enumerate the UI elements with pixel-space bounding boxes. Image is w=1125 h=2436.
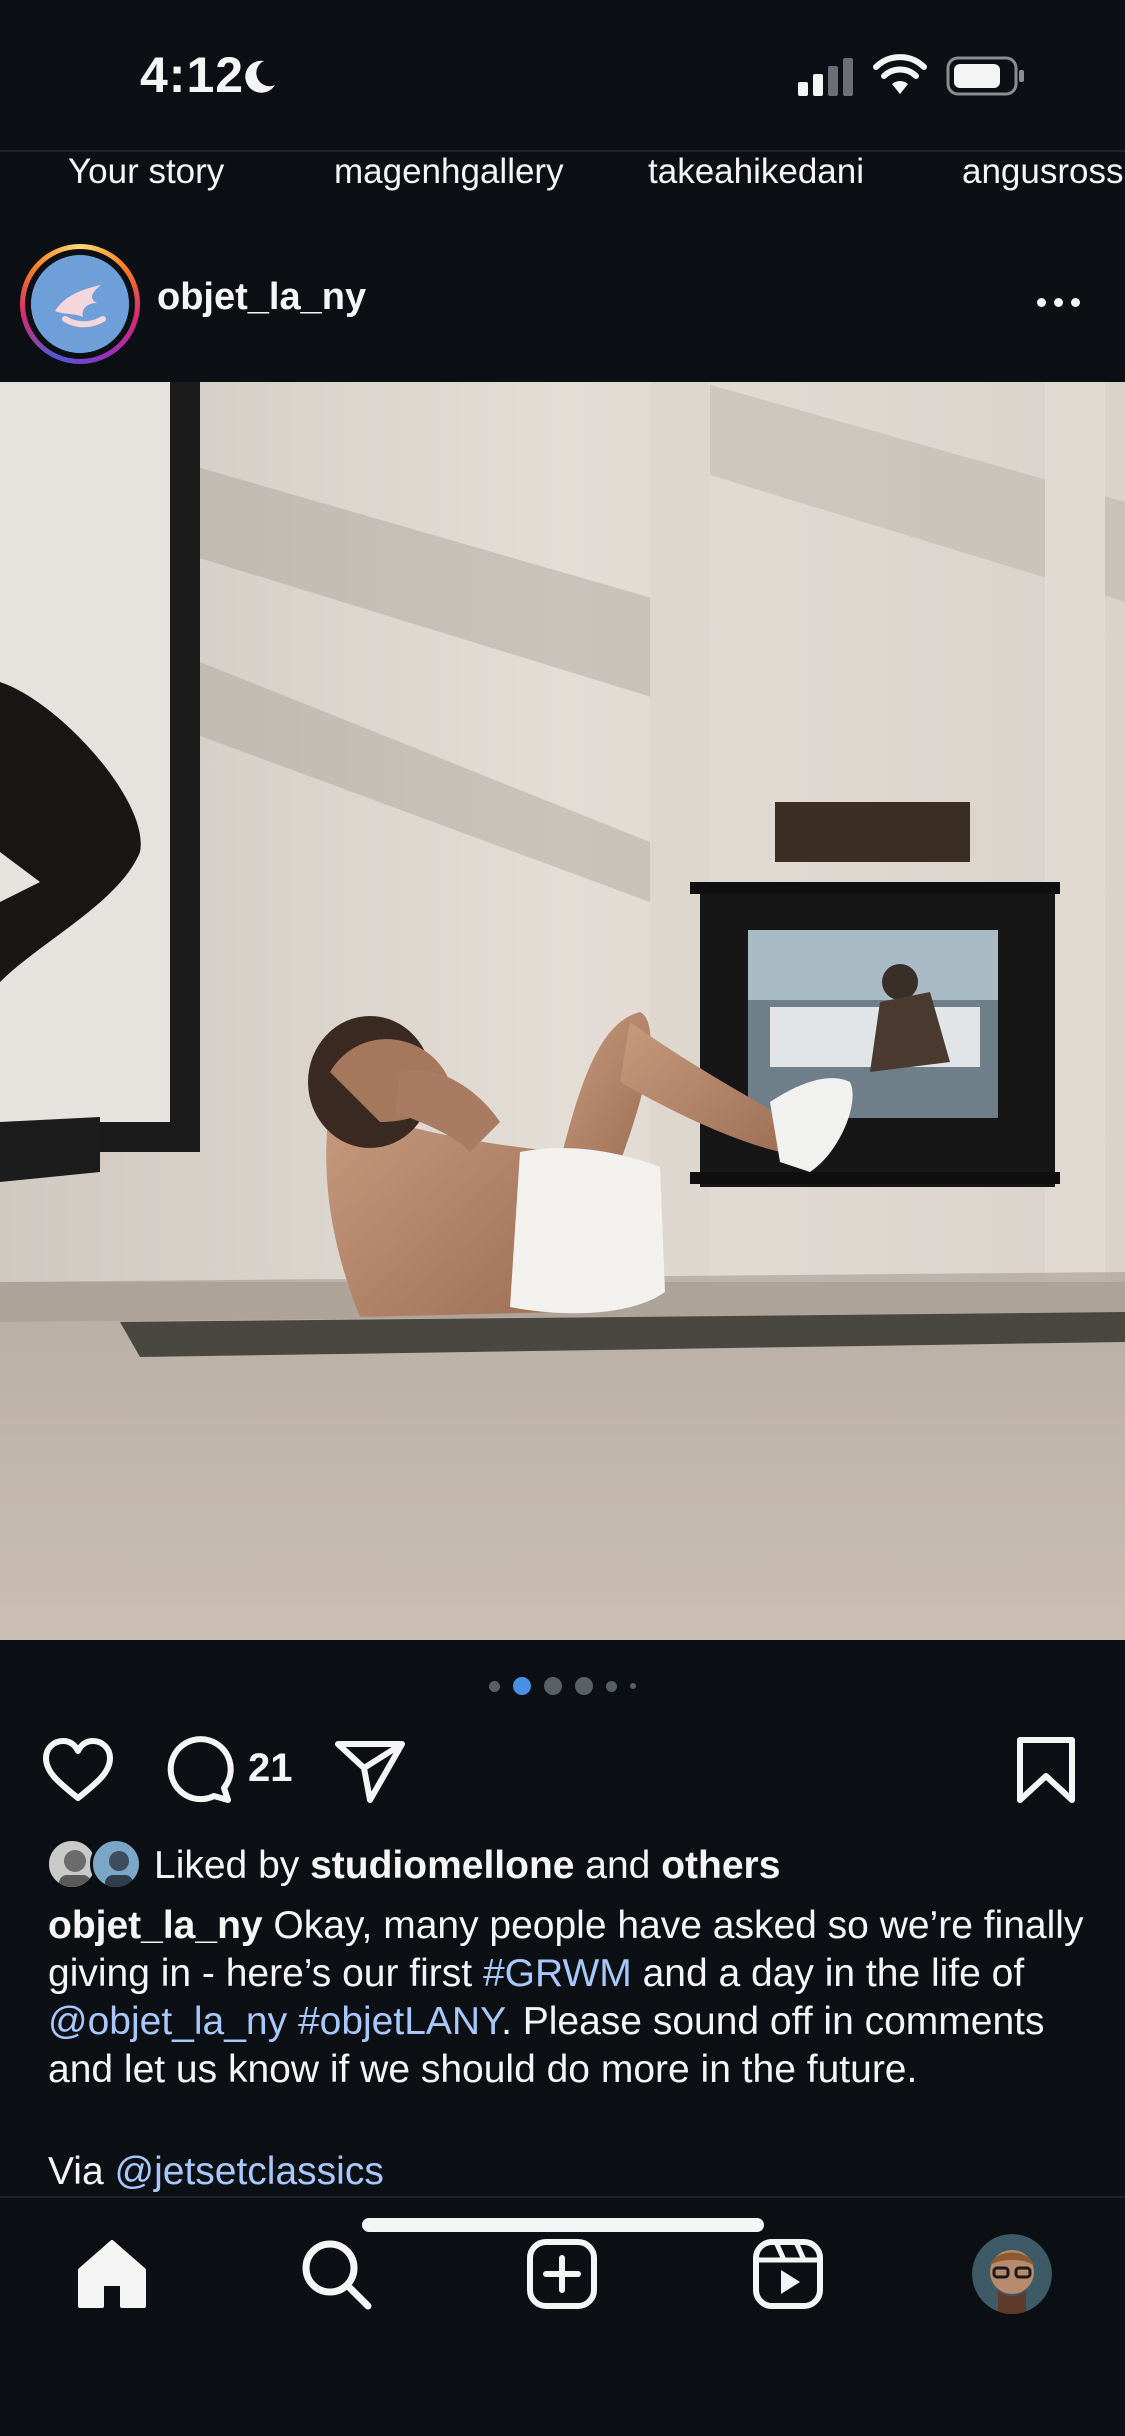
author-logo — [31, 255, 129, 353]
cellular-signal-icon — [798, 58, 853, 96]
bottom-navigation — [0, 2196, 1125, 2436]
story-your-story[interactable]: Your story — [68, 152, 224, 192]
mention-link[interactable]: @objet_la_ny — [48, 2000, 287, 2043]
reels-icon[interactable] — [748, 2234, 828, 2314]
comment-count[interactable]: 21 — [248, 1746, 293, 1791]
caption-text: and a day in the life of — [631, 1952, 1025, 1995]
likes-others[interactable]: others — [661, 1844, 780, 1887]
comment-icon[interactable] — [158, 1730, 238, 1810]
story-magenhgallery[interactable]: magenhgallery — [334, 152, 564, 192]
likes-row[interactable]: Liked by studiomellone and others — [46, 1838, 1096, 1894]
via-prefix: Via — [48, 2150, 115, 2193]
story-angusross[interactable]: angusross — [962, 152, 1123, 192]
save-bookmark-icon[interactable] — [1006, 1730, 1086, 1810]
post-photo — [0, 382, 1125, 1640]
like-heart-icon[interactable] — [38, 1730, 118, 1810]
carousel-dot — [489, 1680, 500, 1692]
liker-username[interactable]: studiomellone — [310, 1844, 574, 1887]
profile-avatar[interactable] — [972, 2234, 1052, 2314]
carousel-indicator — [0, 1676, 1125, 1696]
hashtag-link[interactable]: #GRWM — [483, 1952, 632, 1995]
post-caption: objet_la_ny Okay, many people have asked… — [48, 1902, 1088, 2094]
caption-via: Via @jetsetclassics — [48, 2150, 384, 2194]
search-icon[interactable] — [296, 2234, 376, 2314]
author-avatar[interactable] — [20, 244, 140, 364]
carousel-dot-active — [513, 1677, 531, 1695]
moon-icon — [245, 60, 275, 93]
caption-author[interactable]: objet_la_ny — [48, 1904, 263, 1947]
likes-middle: and — [574, 1844, 662, 1887]
hashtag-link[interactable]: #objetLANY — [298, 2000, 501, 2043]
carousel-dot — [544, 1677, 562, 1695]
home-icon[interactable] — [72, 2234, 152, 2314]
status-bar: 4:12 — [0, 0, 1125, 150]
via-mention-link[interactable]: @jetsetclassics — [115, 2150, 384, 2193]
wifi-icon — [873, 54, 927, 94]
post-username[interactable]: objet_la_ny — [157, 276, 366, 319]
carousel-dot — [606, 1680, 617, 1692]
status-time: 4:12 — [140, 47, 245, 103]
post-header: objet_la_ny — [0, 232, 1125, 382]
post-image[interactable] — [0, 382, 1125, 1640]
carousel-dot — [630, 1683, 636, 1689]
carousel-dot — [575, 1677, 593, 1695]
story-takeahikedani[interactable]: takeahikedani — [648, 152, 864, 192]
likes-prefix: Liked by — [154, 1844, 311, 1887]
liker-avatar — [90, 1838, 142, 1890]
create-post-icon[interactable] — [522, 2234, 602, 2314]
more-options-icon[interactable] — [1032, 290, 1084, 314]
home-indicator[interactable] — [362, 2218, 764, 2232]
stories-row: Your story magenhgallery takeahikedani a… — [0, 150, 1125, 210]
likes-text: Liked by studiomellone and others — [154, 1844, 780, 1888]
profile-photo — [972, 2234, 1052, 2314]
battery-icon — [946, 56, 1024, 96]
post-actions: 21 — [0, 1730, 1125, 1830]
share-send-icon[interactable] — [330, 1730, 410, 1810]
caption-space — [287, 2000, 298, 2043]
